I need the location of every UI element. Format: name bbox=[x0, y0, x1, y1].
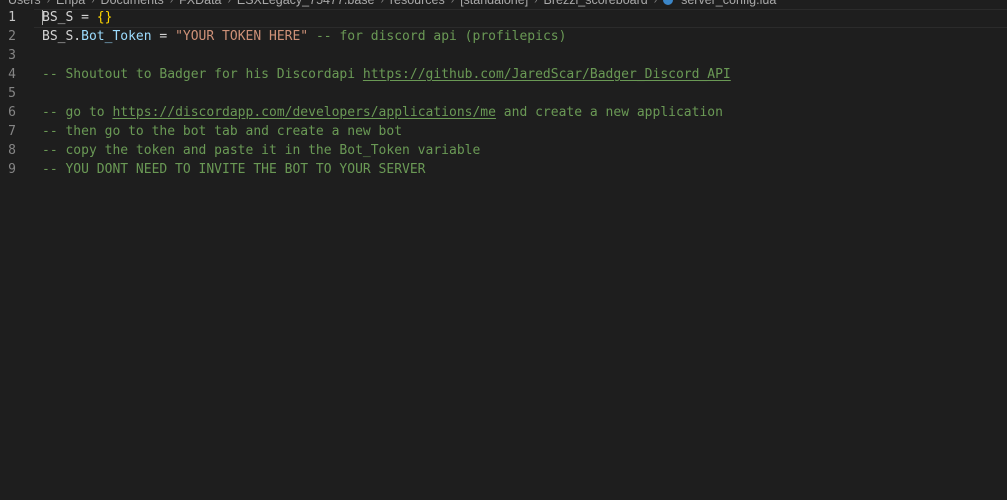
chevron-right-icon: › bbox=[534, 0, 538, 6]
code-content[interactable]: -- copy the token and paste it in the Bo… bbox=[42, 141, 480, 160]
chevron-right-icon: › bbox=[91, 0, 95, 6]
chevron-right-icon: › bbox=[380, 0, 384, 6]
code-content[interactable]: -- then go to the bot tab and create a n… bbox=[42, 122, 402, 141]
code-content[interactable]: BS_S.Bot_Token = "YOUR TOKEN HERE" -- fo… bbox=[42, 27, 566, 46]
breadcrumb-item[interactable]: Users bbox=[8, 0, 41, 7]
breadcrumb-item[interactable]: Brezzi_scoreboard bbox=[544, 0, 648, 7]
code-editor[interactable]: 1 BS_S = {} 2 BS_S.Bot_Token = "YOUR TOKEN … bbox=[0, 8, 1007, 500]
code-token: and create a new application bbox=[495, 105, 723, 120]
breadcrumb-item[interactable]: Documents bbox=[101, 0, 164, 7]
line-number: 7 bbox=[8, 124, 16, 139]
chevron-right-icon: › bbox=[227, 0, 231, 6]
code-token: -- YOU DONT NEED TO INVITE THE BOT TO YO… bbox=[42, 162, 426, 177]
code-token: BS_S. bbox=[42, 29, 82, 44]
code-token: -- Shoutout to Badger for his Discordapi bbox=[42, 67, 363, 82]
line-number: 5 bbox=[8, 86, 16, 101]
breadcrumb-item[interactable]: server_config.lua bbox=[681, 0, 776, 7]
code-token: Bot_Token bbox=[81, 29, 152, 44]
line-number: 1 bbox=[8, 10, 16, 25]
code-link[interactable]: https://discordapp.com/developers/applic… bbox=[112, 105, 496, 120]
code-token: "YOUR TOKEN HERE" bbox=[175, 29, 309, 44]
line-number: 2 bbox=[8, 29, 16, 44]
line-number: 3 bbox=[8, 48, 16, 63]
code-token: -- go to bbox=[42, 105, 113, 120]
code-content[interactable]: -- YOU DONT NEED TO INVITE THE BOT TO YO… bbox=[42, 160, 426, 179]
breadcrumb-item[interactable]: resources bbox=[390, 0, 445, 7]
code-link[interactable]: https://github.com/JaredScar/Badger_Disc… bbox=[363, 67, 731, 82]
chevron-right-icon: › bbox=[653, 0, 658, 6]
code-token: -- then go to the bot tab and create a n… bbox=[42, 124, 403, 139]
line-number: 9 bbox=[8, 162, 16, 177]
breadcrumb-item[interactable]: FXData bbox=[179, 0, 221, 7]
breadcrumb: Users › Enpa › Documents › FXData › ESXLegacy_75… bbox=[0, 0, 1007, 8]
code-content[interactable]: -- Shoutout to Badger for his Discordapi… bbox=[42, 65, 731, 84]
current-line-highlight bbox=[34, 9, 1007, 28]
code-content[interactable]: BS_S = {} bbox=[42, 8, 112, 27]
breadcrumb-item[interactable]: ESXLegacy_75477.base bbox=[237, 0, 375, 7]
chevron-right-icon: › bbox=[450, 0, 455, 6]
breadcrumb-item[interactable]: Enpa bbox=[56, 0, 85, 7]
line-number: 6 bbox=[8, 105, 16, 120]
code-content[interactable]: -- go to https://discordapp.com/develope… bbox=[42, 103, 723, 122]
code-token: BS_S bbox=[42, 10, 74, 25]
breadcrumb-item[interactable]: [standalone] bbox=[460, 0, 528, 7]
chevron-right-icon: › bbox=[46, 0, 50, 6]
code-token: -- for discord api (profilepics) bbox=[308, 29, 567, 44]
code-token: {} bbox=[96, 10, 113, 25]
chevron-right-icon: › bbox=[169, 0, 174, 6]
code-token: = bbox=[151, 29, 176, 44]
lua-file-icon bbox=[663, 0, 674, 5]
code-token: -- copy the token and paste it in the Bo… bbox=[42, 143, 481, 158]
code-token: = bbox=[73, 10, 97, 25]
line-number: 4 bbox=[8, 67, 16, 82]
line-number: 8 bbox=[8, 143, 16, 158]
